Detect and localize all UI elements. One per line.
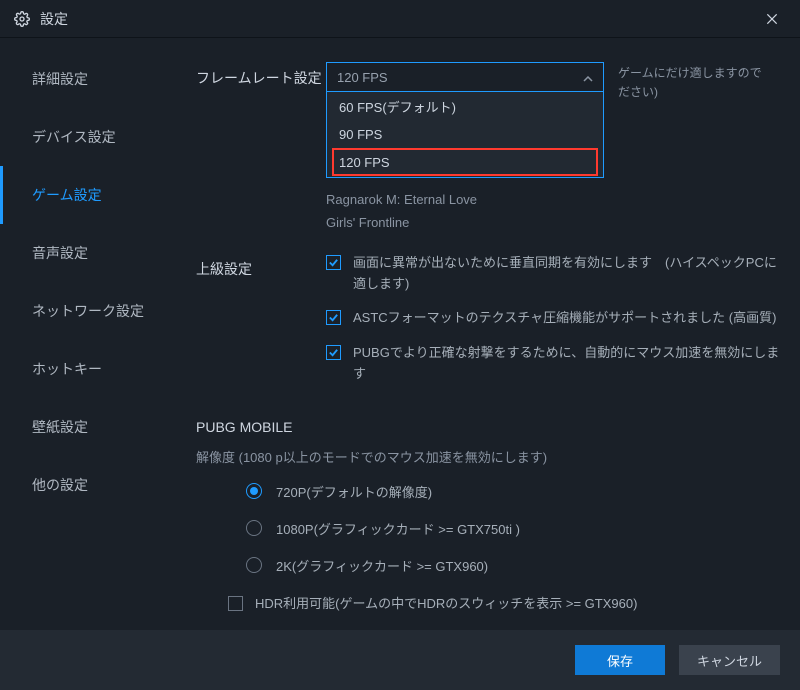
sidebar-item-label: 他の設定 bbox=[32, 475, 88, 495]
radio-label: 1080P(グラフィックカード >= GTX750ti ) bbox=[276, 519, 520, 538]
sidebar-item-device[interactable]: デバイス設定 bbox=[0, 108, 172, 166]
radio-label: 2K(グラフィックカード >= GTX960) bbox=[276, 556, 488, 575]
chevron-up-icon bbox=[583, 70, 593, 85]
astc-label: ASTCフォーマットのテクスチャ圧縮機能がサポートされました (高画質) bbox=[353, 308, 776, 329]
sidebar-item-hotkey[interactable]: ホットキー bbox=[0, 340, 172, 398]
save-button[interactable]: 保存 bbox=[575, 645, 665, 675]
gear-icon bbox=[14, 11, 30, 27]
mouseaccel-checkbox[interactable] bbox=[326, 345, 341, 360]
astc-checkbox[interactable] bbox=[326, 310, 341, 325]
vsync-check-item: 画面に異常が出ないために垂直同期を有効にします (ハイスペックPCに適します) bbox=[326, 253, 780, 295]
game-name: Ragnarok M: Eternal Love bbox=[326, 188, 780, 211]
sidebar-item-other[interactable]: 他の設定 bbox=[0, 456, 172, 514]
hdr-checkbox[interactable] bbox=[228, 596, 243, 611]
framerate-label: フレームレート設定 bbox=[196, 62, 326, 88]
framerate-dropdown[interactable]: 120 FPS bbox=[326, 62, 604, 92]
radio-icon bbox=[246, 520, 262, 536]
window-title: 設定 bbox=[40, 9, 758, 29]
sidebar-item-game[interactable]: ゲーム設定 bbox=[0, 166, 172, 224]
framerate-dropdown-list: 60 FPS(デフォルト) 90 FPS 120 FPS bbox=[326, 92, 604, 178]
sidebar-item-audio[interactable]: 音声設定 bbox=[0, 224, 172, 282]
supported-games: Ragnarok M: Eternal Love Girls' Frontlin… bbox=[326, 188, 780, 235]
cancel-button[interactable]: キャンセル bbox=[679, 645, 780, 675]
framerate-option-60[interactable]: 60 FPS(デフォルト) bbox=[327, 92, 603, 120]
sidebar-item-label: デバイス設定 bbox=[32, 127, 116, 147]
astc-check-item: ASTCフォーマットのテクスチャ圧縮機能がサポートされました (高画質) bbox=[326, 308, 780, 329]
radio-icon bbox=[246, 483, 262, 499]
resolution-desc: 解像度 (1080 p以上のモードでのマウス加速を無効にします) bbox=[196, 447, 780, 466]
sidebar-item-label: ネットワーク設定 bbox=[32, 301, 144, 321]
close-button[interactable] bbox=[758, 5, 786, 33]
sidebar-item-network[interactable]: ネットワーク設定 bbox=[0, 282, 172, 340]
sidebar-item-label: 詳細設定 bbox=[32, 69, 88, 89]
dropdown-value: 120 FPS bbox=[337, 70, 388, 85]
advanced-label: 上級設定 bbox=[196, 253, 326, 279]
framerate-option-120[interactable]: 120 FPS bbox=[332, 148, 598, 176]
game-name: Girls' Frontline bbox=[326, 211, 780, 234]
sidebar-item-details[interactable]: 詳細設定 bbox=[0, 50, 172, 108]
main-panel: フレームレート設定 120 FPS 60 FPS(デフォルト) 90 FPS 1… bbox=[172, 38, 800, 630]
vsync-label: 画面に異常が出ないために垂直同期を有効にします (ハイスペックPCに適します) bbox=[353, 253, 780, 295]
footer: 保存 キャンセル bbox=[0, 630, 800, 690]
framerate-option-90[interactable]: 90 FPS bbox=[327, 120, 603, 148]
resolution-2k[interactable]: 2K(グラフィックカード >= GTX960) bbox=[246, 556, 780, 575]
titlebar: 設定 bbox=[0, 0, 800, 38]
radio-label: 720P(デフォルトの解像度) bbox=[276, 482, 432, 501]
resolution-radio-group: 720P(デフォルトの解像度) 1080P(グラフィックカード >= GTX75… bbox=[196, 482, 780, 575]
framerate-side-note: ゲームにだけ適しますので ださい) bbox=[618, 64, 762, 102]
sidebar: 詳細設定 デバイス設定 ゲーム設定 音声設定 ネットワーク設定 ホットキー 壁紙… bbox=[0, 38, 172, 630]
radio-icon bbox=[246, 557, 262, 573]
vsync-checkbox[interactable] bbox=[326, 255, 341, 270]
sidebar-item-wallpaper[interactable]: 壁紙設定 bbox=[0, 398, 172, 456]
sidebar-item-label: ゲーム設定 bbox=[32, 185, 102, 205]
sidebar-item-label: ホットキー bbox=[32, 359, 102, 379]
hdr-label: HDR利用可能(ゲームの中でHDRのスウィッチを表示 >= GTX960) bbox=[255, 593, 637, 612]
mouseaccel-label: PUBGでより正確な射撃をするために、自動的にマウス加速を無効にします bbox=[353, 343, 780, 385]
resolution-1080p[interactable]: 1080P(グラフィックカード >= GTX750ti ) bbox=[246, 519, 780, 538]
pubg-heading: PUBG MOBILE bbox=[196, 419, 780, 435]
sidebar-item-label: 壁紙設定 bbox=[32, 417, 88, 437]
sidebar-item-label: 音声設定 bbox=[32, 243, 88, 263]
resolution-720p[interactable]: 720P(デフォルトの解像度) bbox=[246, 482, 780, 501]
hdr-check-item: HDR利用可能(ゲームの中でHDRのスウィッチを表示 >= GTX960) bbox=[196, 593, 780, 612]
mouseaccel-check-item: PUBGでより正確な射撃をするために、自動的にマウス加速を無効にします bbox=[326, 343, 780, 385]
